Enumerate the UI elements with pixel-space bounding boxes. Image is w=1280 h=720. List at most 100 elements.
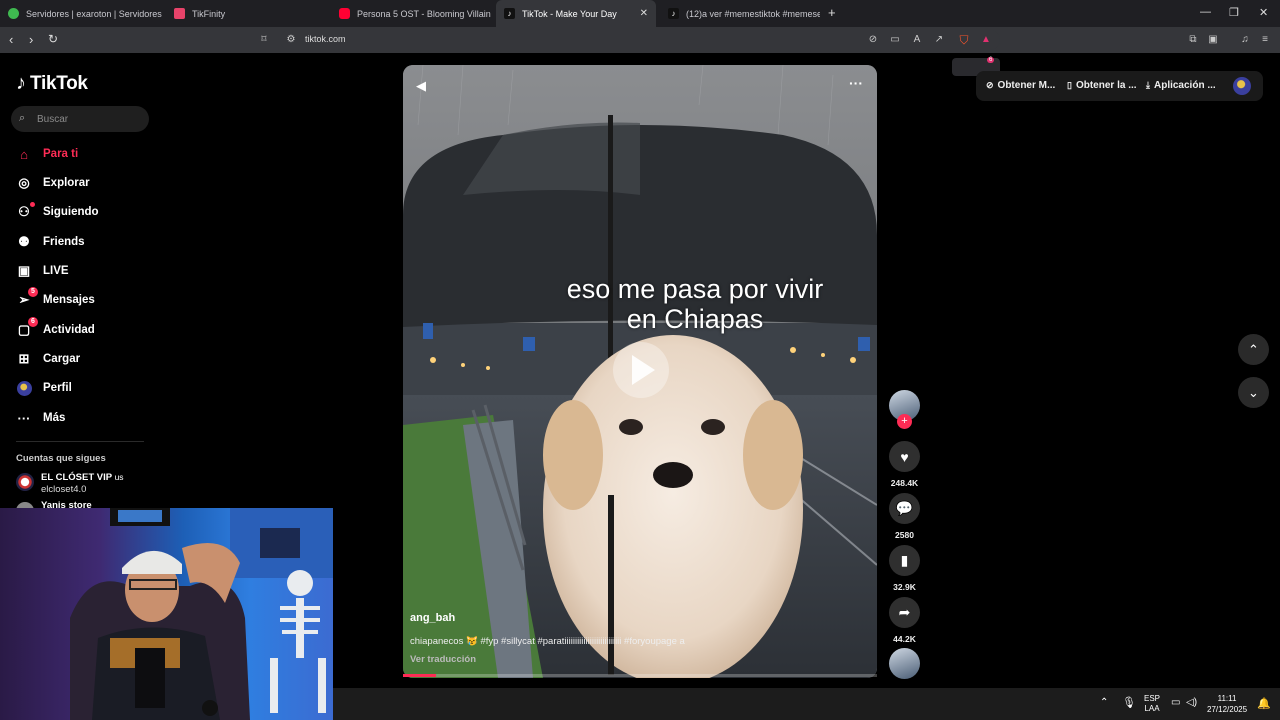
nav-label: Friends bbox=[43, 236, 85, 248]
nav-mensajes[interactable]: ➢ 5 Mensajes bbox=[16, 287, 95, 310]
tab-exaroton[interactable]: Servidores | exaroton | Servidores de bbox=[0, 0, 164, 27]
media-icon[interactable]: ♫ bbox=[1239, 34, 1251, 46]
following-title: Cuentas que sigues bbox=[16, 453, 106, 464]
back-button[interactable]: ‹ bbox=[9, 32, 13, 47]
download-icon: ⤓ bbox=[1146, 80, 1150, 90]
tiktok-note-icon: ♪ bbox=[16, 72, 26, 94]
see-translation-link[interactable]: Ver traducción bbox=[410, 654, 476, 665]
desktop-app-button[interactable]: ⤓ Aplicación ... bbox=[1146, 80, 1216, 91]
video-frame bbox=[403, 65, 877, 678]
video-caption-overlay: eso me pasa por vivir en Chiapas bbox=[403, 274, 877, 334]
extensions-icon[interactable]: ⧉ bbox=[1187, 34, 1199, 46]
tiktok-favicon-icon: ♪ bbox=[504, 8, 515, 19]
clock[interactable]: 11:11 27/12/2025 bbox=[1207, 693, 1247, 715]
nav-friends[interactable]: ⚉ Friends bbox=[16, 232, 85, 252]
sound-disc-button[interactable] bbox=[889, 648, 920, 679]
close-tab-icon[interactable]: ✕ bbox=[640, 8, 648, 19]
notification-bell-icon[interactable]: 🔔 bbox=[1257, 697, 1271, 710]
like-count: 248.4K bbox=[890, 478, 919, 488]
next-video-button[interactable]: ⌄ bbox=[1238, 377, 1269, 408]
upload-icon: ⊞ bbox=[18, 351, 30, 366]
tray-overflow-icon[interactable]: ⌃ bbox=[1100, 697, 1108, 708]
video-author[interactable]: ang_bah bbox=[410, 612, 455, 624]
comment-icon: 💬 bbox=[889, 493, 920, 524]
nav-siguiendo[interactable]: ⚇ Siguiendo bbox=[16, 202, 99, 222]
share-icon[interactable]: ↗ bbox=[933, 34, 945, 46]
layout-code: LAA bbox=[1144, 704, 1160, 713]
search-icon: ⌕ bbox=[19, 112, 26, 124]
tab-persona-ost[interactable]: Persona 5 OST - Blooming Villain [Ext bbox=[331, 0, 493, 27]
minimize-button[interactable]: — bbox=[1200, 6, 1211, 18]
tiktok-logo[interactable]: ♪ TikTok bbox=[16, 72, 88, 95]
tab-title: Persona 5 OST - Blooming Villain [Ext bbox=[357, 8, 493, 19]
tiktok-favicon-icon: ♪ bbox=[668, 8, 679, 19]
nav-para-ti[interactable]: ⌂ Para ti bbox=[16, 144, 78, 164]
nav-perfil[interactable]: Perfil bbox=[16, 378, 72, 398]
webcam-image bbox=[70, 508, 333, 720]
bookmark-icon[interactable]: ⌑ bbox=[258, 34, 270, 46]
browser-tab-bar: Servidores | exaroton | Servidores de Ti… bbox=[0, 0, 1280, 27]
tab-tiktok-active[interactable]: ♪ TikTok - Make Your Day ✕ bbox=[496, 0, 656, 27]
windows-taskbar: ⌃ 🎙 ESP LAA ▭ ◁) 11:11 27/12/2025 🔔 bbox=[333, 688, 1280, 720]
no-sound-icon[interactable]: ⊘ bbox=[867, 34, 879, 46]
nav-cargar[interactable]: ⊞ Cargar bbox=[16, 349, 81, 369]
save-button[interactable]: ▮ 32.9K bbox=[889, 545, 920, 592]
video-player[interactable]: eso me pasa por vivir en Chiapas ◀ ··· bbox=[403, 65, 877, 678]
volume-icon[interactable]: ◀ bbox=[416, 78, 426, 94]
search-box[interactable]: ⌕ bbox=[11, 106, 149, 132]
tab-memes[interactable]: ♪ (12)a ver #memestiktok #memesene bbox=[660, 0, 820, 27]
reload-button[interactable]: ↻ bbox=[48, 32, 58, 46]
microphone-icon[interactable]: 🎙 bbox=[1122, 696, 1136, 709]
brave-rewards-icon[interactable]: ▲ bbox=[980, 34, 992, 46]
video-progress-bar[interactable] bbox=[403, 674, 877, 677]
network-icon[interactable]: ▭ bbox=[1171, 697, 1180, 708]
nav-label: Mensajes bbox=[43, 294, 95, 306]
cast-icon[interactable]: ▭ bbox=[889, 34, 901, 46]
share-arrow-icon: ➦ bbox=[889, 597, 920, 628]
nav-label: Cargar bbox=[43, 353, 81, 365]
get-coins-button[interactable]: ⊘ Obtener M... bbox=[986, 80, 1055, 91]
nav-label: LIVE bbox=[43, 265, 69, 277]
speaker-icon[interactable]: ◁) bbox=[1186, 697, 1197, 708]
caption-line: en Chiapas bbox=[626, 304, 764, 334]
search-input[interactable] bbox=[37, 110, 137, 128]
top-right-actions: ⊘ Obtener M... ▯ Obtener la ... ⤓ Aplicació… bbox=[976, 71, 1263, 101]
brave-shield-icon[interactable]: ⛉ bbox=[958, 34, 970, 46]
maximize-button[interactable]: ❐ bbox=[1229, 6, 1239, 19]
profile-avatar[interactable] bbox=[1233, 77, 1251, 95]
tab-tikfinity[interactable]: TikFinity bbox=[166, 0, 330, 27]
close-window-button[interactable]: ✕ bbox=[1259, 6, 1268, 19]
sidebar-toggle-icon[interactable]: ▣ bbox=[1207, 34, 1219, 46]
bookmark-icon: ▮ bbox=[889, 545, 920, 576]
like-button[interactable]: ♥ 248.4K bbox=[889, 441, 920, 488]
nav-live[interactable]: ▣ LIVE bbox=[16, 261, 69, 281]
previous-video-button[interactable]: ⌃ bbox=[1238, 334, 1269, 365]
clock-time: 11:11 bbox=[1217, 694, 1237, 703]
nav-explorar[interactable]: ◎ Explorar bbox=[16, 173, 90, 193]
video-description: chiapanecos 😿 #fyp #sillycat #paratiiiii… bbox=[410, 636, 685, 647]
menu-icon[interactable]: ≡ bbox=[1259, 34, 1271, 46]
nav-mas[interactable]: ··· Más bbox=[16, 408, 66, 428]
new-tab-button[interactable]: + bbox=[828, 5, 836, 20]
follow-plus-icon[interactable]: + bbox=[897, 414, 912, 429]
comment-button[interactable]: 💬 2580 bbox=[889, 493, 920, 540]
site-info-icon[interactable]: ⚙ bbox=[285, 34, 297, 46]
forward-button[interactable]: › bbox=[29, 32, 33, 47]
following-account[interactable]: EL CLÓSET VIP us elcloset4.0 bbox=[16, 471, 124, 496]
url-text[interactable]: tiktok.com bbox=[305, 34, 346, 44]
nav-label: Perfil bbox=[43, 382, 72, 394]
heart-icon: ♥ bbox=[889, 441, 920, 472]
account-flag-text: us bbox=[114, 472, 124, 482]
button-label: Obtener M... bbox=[997, 80, 1056, 91]
share-button[interactable]: ➦ 44.2K bbox=[889, 597, 920, 644]
nav-actividad[interactable]: ▢ 6 Actividad bbox=[16, 317, 95, 340]
nav-label: Explorar bbox=[43, 177, 90, 189]
compass-icon: ◎ bbox=[18, 175, 30, 190]
messages-icon: ➢ 5 bbox=[16, 287, 38, 308]
language-indicator[interactable]: ESP LAA bbox=[1144, 694, 1160, 714]
button-label: Obtener la ... bbox=[1075, 80, 1137, 91]
translate-icon[interactable]: A bbox=[911, 34, 923, 46]
author-avatar-button[interactable]: + bbox=[889, 390, 920, 429]
more-options-icon[interactable]: ··· bbox=[849, 75, 863, 91]
get-app-button[interactable]: ▯ Obtener la ... bbox=[1067, 80, 1137, 91]
